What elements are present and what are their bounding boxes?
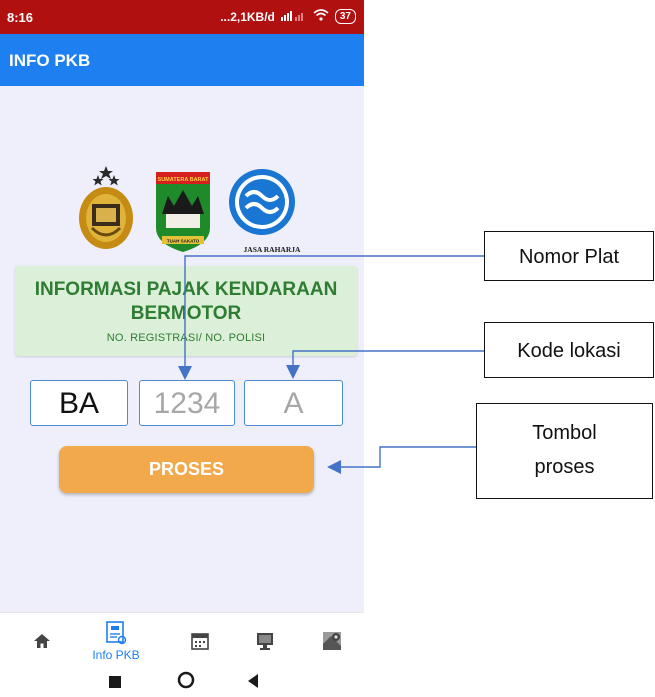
- home-circle-icon: [177, 671, 195, 689]
- plate-number-input[interactable]: 1234: [139, 380, 235, 426]
- info-card-subtitle: NO. REGISTRASI/ NO. POLISI: [106, 332, 266, 344]
- info-card: INFORMASI PAJAK KENDARAAN BERMOTOR NO. R…: [15, 266, 357, 356]
- proses-button[interactable]: PROSES: [59, 446, 314, 493]
- page-title: INFO PKB: [9, 51, 91, 70]
- callout-tombol-proses-line1: Tombol: [532, 422, 597, 444]
- logos-graphic: SUMATERA BARAT TUAH SAKATO JASA RAHARJA: [79, 166, 301, 254]
- home-icon: [34, 634, 50, 648]
- bottom-nav: Info PKB: [0, 612, 364, 669]
- system-nav-graphic: [109, 671, 258, 689]
- nav-calendar[interactable]: [180, 613, 220, 669]
- police-emblem-icon: [79, 166, 133, 249]
- app-bar: INFO PKB: [0, 34, 364, 86]
- jasa-raharja-logo-icon: JASA RAHARJA: [229, 169, 301, 254]
- info-pkb-icon: [106, 621, 127, 645]
- wifi-icon: [313, 9, 329, 24]
- nav-map[interactable]: [312, 613, 352, 669]
- main-content: SUMATERA BARAT TUAH SAKATO JASA RAHARJA: [0, 86, 364, 612]
- info-card-title: INFORMASI PAJAK KENDARAAN BERMOTOR: [34, 279, 338, 324]
- phone-screen: 8:16 ...2,1KB/d 37 INFO PKB SUMATERA BAR…: [0, 0, 364, 692]
- logos-row: SUMATERA BARAT TUAH SAKATO JASA RAHARJA: [76, 166, 308, 256]
- plate-code-input[interactable]: A: [244, 380, 343, 426]
- svg-text:SUMATERA BARAT: SUMATERA BARAT: [158, 177, 210, 183]
- calendar-icon: [191, 633, 209, 650]
- callout-tombol-proses-line2: proses: [534, 456, 595, 478]
- network-speed: ...2,1KB/d: [220, 9, 275, 24]
- plate-region-input[interactable]: BA: [30, 380, 128, 426]
- svg-text:JASA RAHARJA: JASA RAHARJA: [244, 245, 301, 254]
- sumatera-barat-emblem-icon: SUMATERA BARAT TUAH SAKATO: [156, 172, 210, 252]
- system-nav-bar: [0, 668, 364, 692]
- nav-home[interactable]: [22, 613, 62, 669]
- nav-info-pkb-label: Info PKB: [92, 648, 140, 662]
- battery-icon: 37: [334, 9, 356, 24]
- nav-monitor[interactable]: [245, 613, 285, 669]
- nav-info-pkb[interactable]: Info PKB: [88, 613, 144, 669]
- callout-kode-lokasi: Kode lokasi: [484, 322, 654, 378]
- callout-tombol-proses: Tombol proses: [476, 403, 653, 499]
- status-bar: 8:16 ...2,1KB/d 37: [0, 0, 364, 34]
- recents-icon: [109, 676, 121, 688]
- svg-text:TUAH SAKATO: TUAH SAKATO: [167, 239, 200, 244]
- status-time: 8:16: [7, 10, 34, 25]
- status-indicators: ...2,1KB/d 37: [220, 9, 356, 24]
- back-icon: [248, 674, 258, 688]
- callout-nomor-plat: Nomor Plat: [484, 231, 654, 281]
- monitor-icon: [257, 633, 273, 650]
- map-icon: [323, 632, 341, 650]
- signal-icon: [280, 9, 307, 24]
